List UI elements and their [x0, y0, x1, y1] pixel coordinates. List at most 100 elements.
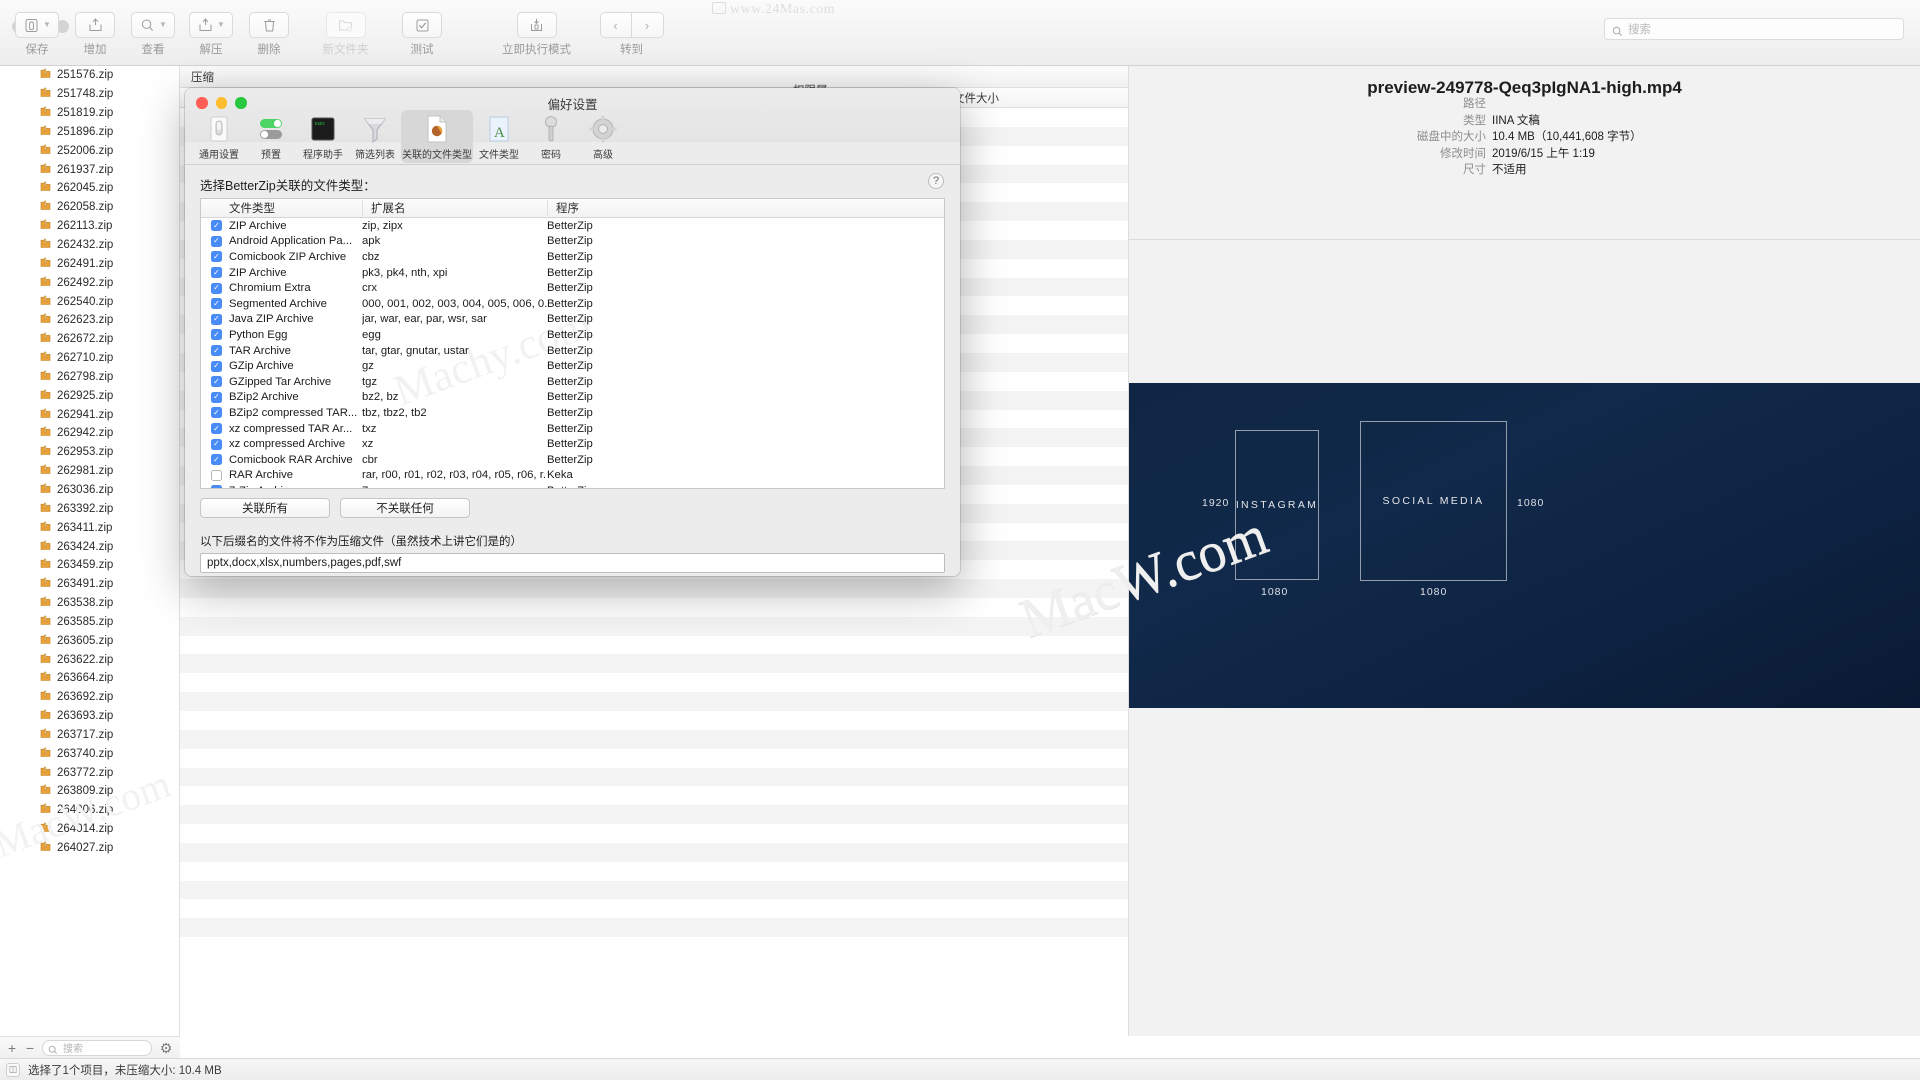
association-checkbox[interactable]: ✓ — [211, 423, 222, 435]
association-checkbox[interactable]: ✓ — [211, 376, 222, 388]
sidebar-file-item[interactable]: 263622.zip — [0, 650, 179, 669]
sidebar-file-item[interactable]: 251896.zip — [0, 123, 179, 142]
toolbar-save[interactable]: ▼ 保存 — [8, 12, 66, 57]
content-row[interactable] — [180, 729, 1128, 749]
tab-filter-list[interactable]: 筛选列表 — [349, 110, 401, 163]
file-association-row[interactable]: ✓ Android Application Pa... apk BetterZip — [201, 234, 944, 250]
content-row[interactable] — [180, 880, 1128, 900]
toolbar-goto[interactable]: ‹ › 转到 — [584, 12, 679, 57]
sidebar-search-input[interactable]: 搜索 — [42, 1039, 152, 1056]
file-association-row[interactable]: ✓ Java ZIP Archive jar, war, ear, par, wsr… — [201, 312, 944, 328]
file-association-row[interactable]: ✓ GZip Archive gz BetterZip — [201, 358, 944, 374]
sidebar-file-item[interactable]: 264027.zip — [0, 839, 179, 858]
sidebar-file-item[interactable]: 262981.zip — [0, 462, 179, 481]
sidebar-file-item[interactable]: 262710.zip — [0, 349, 179, 368]
content-row[interactable] — [180, 899, 1128, 918]
sidebar-file-item[interactable]: 262432.zip — [0, 236, 179, 255]
sidebar-file-item[interactable]: 263717.zip — [0, 726, 179, 745]
sidebar-file-item[interactable]: 251819.zip — [0, 104, 179, 123]
toolbar-test[interactable]: 测试 — [393, 12, 451, 57]
association-checkbox[interactable]: ✓ — [211, 251, 222, 263]
tab-advanced[interactable]: 高级 — [577, 110, 629, 163]
toolbar-add-button[interactable] — [75, 12, 115, 38]
file-association-row[interactable]: ✓ BZip2 compressed TAR... tbz, tbz2, tb2 Be… — [201, 405, 944, 421]
file-association-row[interactable]: ✓ GZipped Tar Archive tgz BetterZip — [201, 374, 944, 390]
file-association-row[interactable]: ✓ Segmented Archive 000, 001, 002, 003, 00… — [201, 296, 944, 312]
goto-back-button[interactable]: ‹ — [599, 12, 632, 38]
select-all-button[interactable]: 关联所有 — [200, 498, 330, 518]
toolbar-save-button[interactable]: ▼ — [15, 12, 59, 38]
association-checkbox[interactable]: ✓ — [211, 313, 222, 325]
sidebar-file-item[interactable]: 263491.zip — [0, 575, 179, 594]
sidebar-file-item[interactable]: 263605.zip — [0, 631, 179, 650]
sidebar-file-item[interactable]: 262798.zip — [0, 368, 179, 387]
tab-password[interactable]: 密码 — [525, 110, 577, 163]
content-row[interactable] — [180, 805, 1128, 825]
sidebar-file-item[interactable]: 263411.zip — [0, 518, 179, 537]
exclude-extensions-input[interactable]: pptx,docx,xlsx,numbers,pages,pdf,swf — [200, 553, 945, 573]
toolbar-view[interactable]: ▼ 查看 — [124, 12, 182, 57]
association-checkbox[interactable]: ✓ — [211, 329, 222, 341]
sidebar-file-item[interactable]: 263692.zip — [0, 688, 179, 707]
sidebar-file-item[interactable]: 263664.zip — [0, 669, 179, 688]
row-checkbox-cell[interactable]: ✓ — [201, 423, 229, 435]
association-checkbox[interactable]: ✓ — [211, 391, 222, 403]
sidebar-file-item[interactable]: 262672.zip — [0, 330, 179, 349]
sidebar-file-item[interactable]: 262058.zip — [0, 198, 179, 217]
sidebar-file-item[interactable]: 263585.zip — [0, 612, 179, 631]
content-row[interactable] — [180, 918, 1128, 938]
toolbar-new-folder-button[interactable] — [325, 12, 366, 38]
breadcrumb[interactable]: 压缩 — [180, 66, 1128, 88]
tab-file-association[interactable]: 关联的文件类型 — [401, 110, 473, 163]
file-association-row[interactable]: ✓ Python Egg egg BetterZip — [201, 327, 944, 343]
sidebar-file-item[interactable]: 251748.zip — [0, 85, 179, 104]
content-row[interactable] — [180, 711, 1128, 730]
file-association-row[interactable]: ✓ Chromium Extra crx BetterZip — [201, 280, 944, 296]
content-row[interactable] — [180, 786, 1128, 805]
sidebar-file-item[interactable]: 262113.zip — [0, 217, 179, 236]
content-row[interactable] — [180, 767, 1128, 787]
sidebar-file-item[interactable]: 263424.zip — [0, 537, 179, 556]
content-row[interactable] — [180, 824, 1128, 843]
sidebar-file-item[interactable]: 263740.zip — [0, 744, 179, 763]
file-association-row[interactable]: ✓ xz compressed TAR Ar... txz BetterZip — [201, 421, 944, 437]
toolbar-search-field[interactable]: 搜索 — [1604, 18, 1904, 40]
association-checkbox[interactable]: ✓ — [211, 407, 222, 419]
content-row[interactable] — [180, 598, 1128, 617]
toolbar-extract[interactable]: ▼ 解压 — [182, 12, 240, 57]
file-association-row[interactable]: ✓ BZip2 Archive bz2, bz BetterZip — [201, 390, 944, 406]
sidebar-file-item[interactable]: 252006.zip — [0, 141, 179, 160]
sidebar-file-item[interactable]: 262045.zip — [0, 179, 179, 198]
association-checkbox[interactable]: ✓ — [211, 220, 222, 232]
association-checkbox[interactable]: ✓ — [211, 438, 222, 450]
row-checkbox-cell[interactable]: ✓ — [201, 251, 229, 263]
sidebar-file-item[interactable]: 262492.zip — [0, 273, 179, 292]
toolbar-new-folder[interactable]: 新文件夹 — [298, 12, 393, 57]
tab-file-types[interactable]: A 文件类型 — [473, 110, 525, 163]
sidebar-file-item[interactable]: 263772.zip — [0, 763, 179, 782]
association-checkbox[interactable]: ✓ — [211, 235, 222, 247]
association-checkbox[interactable]: ✓ — [211, 454, 222, 466]
sidebar-file-item[interactable]: 263538.zip — [0, 594, 179, 613]
select-none-button[interactable]: 不关联任何 — [340, 498, 470, 518]
row-checkbox-cell[interactable]: ✓ — [201, 345, 229, 357]
sidebar-file-item[interactable]: 251576.zip — [0, 66, 179, 85]
sidebar-action-icon[interactable]: ⚙ — [158, 1041, 174, 1055]
sidebar-file-item[interactable]: 262953.zip — [0, 443, 179, 462]
content-row[interactable] — [180, 654, 1128, 674]
sidebar-file-item[interactable]: 262925.zip — [0, 386, 179, 405]
sidebar-file-item[interactable]: 264014.zip — [0, 820, 179, 839]
row-checkbox-cell[interactable]: ✓ — [201, 360, 229, 372]
sidebar-file-item[interactable]: 261937.zip — [0, 160, 179, 179]
sidebar-file-item[interactable]: 263459.zip — [0, 556, 179, 575]
association-checkbox[interactable]: ✓ — [211, 485, 222, 488]
toolbar-run-now[interactable]: 立即执行模式 — [489, 12, 584, 57]
toolbar-add[interactable]: 增加 — [66, 12, 124, 57]
sidebar-file-item[interactable]: 263392.zip — [0, 499, 179, 518]
sidebar-toggle-icon[interactable]: ◫ — [6, 1062, 20, 1077]
row-checkbox-cell[interactable]: ✓ — [201, 313, 229, 325]
association-checkbox[interactable]: ✓ — [211, 360, 222, 372]
association-checkbox[interactable]: ✓ — [211, 345, 222, 357]
sidebar-file-item[interactable]: 262942.zip — [0, 424, 179, 443]
toolbar-delete[interactable]: 删除 — [240, 12, 298, 57]
